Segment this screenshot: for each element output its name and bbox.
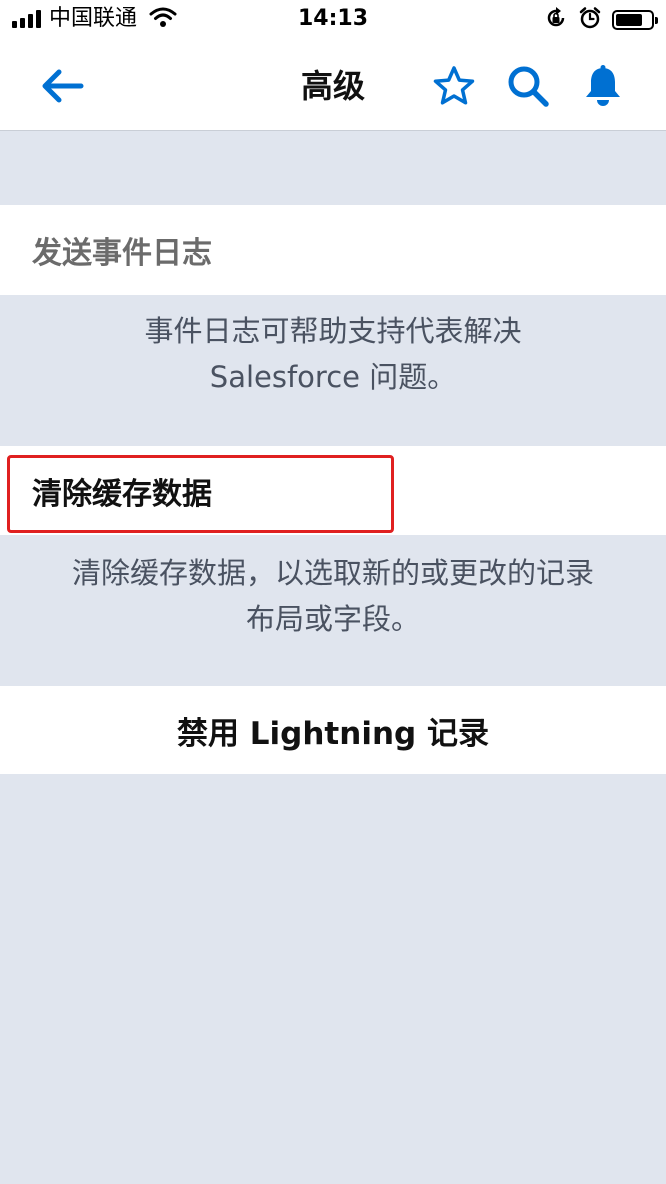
disable-lightning-button[interactable]: 禁用 Lightning 记录	[0, 686, 666, 774]
clear-cache-description-line1: 清除缓存数据，以选取新的或更改的记录	[71, 556, 594, 590]
event-log-header: 发送事件日志	[32, 236, 212, 271]
status-bar: 中国联通 14:13	[0, 0, 666, 38]
search-button[interactable]	[504, 62, 552, 110]
nav-bar: 高级	[0, 38, 666, 131]
highlight-box	[7, 455, 394, 533]
status-right	[544, 6, 658, 34]
search-icon	[508, 66, 549, 107]
clear-cache-description: 清除缓存数据，以选取新的或更改的记录 布局或字段。	[0, 550, 666, 642]
notifications-button[interactable]	[579, 62, 627, 110]
event-log-description: 事件日志可帮助支持代表解决 Salesforce 问题。	[0, 308, 666, 400]
event-log-row[interactable]: 发送事件日志	[0, 205, 666, 295]
event-log-description-line1: 事件日志可帮助支持代表解决	[144, 314, 522, 348]
clear-cache-description-line2: 布局或字段。	[245, 602, 420, 636]
favorite-button[interactable]	[430, 62, 478, 110]
bell-icon	[586, 65, 620, 106]
star-icon	[433, 66, 475, 105]
alarm-icon	[578, 6, 602, 34]
page-title: 高级	[300, 67, 365, 105]
event-log-description-line2: Salesforce 问题。	[209, 360, 457, 394]
battery-icon	[612, 10, 658, 30]
orientation-lock-icon	[544, 6, 568, 34]
disable-lightning-label: 禁用 Lightning 记录	[177, 715, 489, 752]
